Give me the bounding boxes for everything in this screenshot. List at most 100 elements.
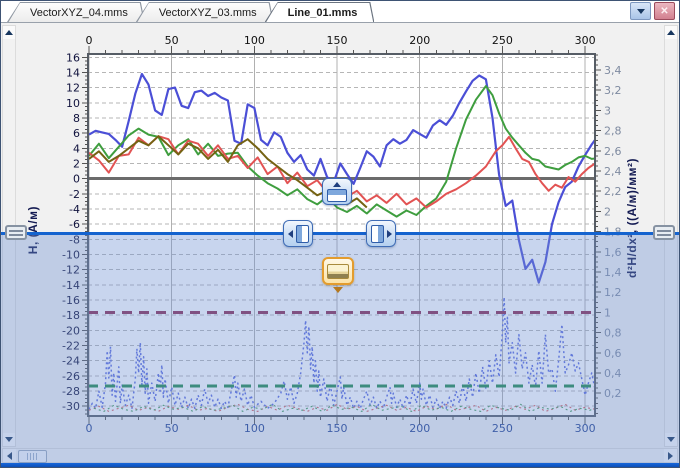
dock-top-icon [327,189,347,202]
scroll-right-button[interactable] [664,449,677,462]
svg-text:-28: -28 [62,385,80,398]
close-tab-button[interactable]: ✕ [654,2,675,20]
svg-text:10: 10 [66,97,80,110]
close-icon: ✕ [660,6,668,17]
svg-text:-2: -2 [69,188,80,201]
scroll-left-button[interactable] [3,449,16,462]
horizontal-scrollbar[interactable] [2,448,678,463]
svg-text:-18: -18 [62,309,80,322]
svg-text:2: 2 [73,157,80,170]
tab-actions: ✕ [630,2,675,20]
scroll-up-button[interactable] [665,26,677,39]
tab-label: VectorXYZ_03.mms [137,3,273,23]
svg-text:3,2: 3,2 [604,84,622,97]
down-arrow-icon [333,287,343,293]
svg-text:1,8: 1,8 [604,226,622,239]
svg-text:3: 3 [604,104,611,117]
band-right-edge-grip[interactable] [653,225,675,240]
svg-text:300: 300 [575,34,596,47]
svg-text:0: 0 [85,422,92,435]
svg-text:-22: -22 [62,340,80,353]
svg-text:150: 150 [327,34,348,47]
tab-line-01-active[interactable]: Line_01.mms [265,2,375,22]
dock-bottom-handle-box [322,257,354,285]
svg-text:8: 8 [73,112,80,125]
tab-bar: VectorXYZ_04.mms VectorXYZ_03.mms Line_0… [1,1,679,23]
right-axis-title: d²H/dx², ((А/м)/мм²) [625,158,639,278]
horizontal-scrollbar-thumb[interactable] [18,450,47,463]
svg-text:0,8: 0,8 [604,327,622,340]
svg-text:-20: -20 [62,324,80,337]
svg-text:-8: -8 [69,233,80,246]
svg-text:12: 12 [66,82,80,95]
svg-text:-6: -6 [69,218,80,231]
dock-bottom-icon [327,264,349,279]
window-bottom-accent [1,463,679,467]
up-arrow-icon [333,182,341,187]
svg-text:2,2: 2,2 [604,185,622,198]
svg-text:6: 6 [73,127,80,140]
scroll-down-button[interactable] [665,433,677,446]
svg-text:16: 16 [66,51,80,64]
band-left-edge-grip[interactable] [5,225,27,240]
tab-vectorxyz-03[interactable]: VectorXYZ_03.mms [136,2,274,22]
scroll-up-button[interactable] [3,26,15,39]
svg-text:1,4: 1,4 [604,266,622,279]
up-arrow-icon [5,30,13,35]
svg-text:-26: -26 [62,370,80,383]
svg-text:100: 100 [244,34,265,47]
chart-document-window: VectorXYZ_04.mms VectorXYZ_03.mms Line_0… [0,0,680,468]
svg-text:14: 14 [66,66,80,79]
up-arrow-icon [667,30,675,35]
svg-text:0: 0 [73,173,80,186]
svg-text:-14: -14 [62,279,80,292]
svg-text:-16: -16 [62,294,80,307]
dock-right-icon [371,225,384,243]
shift-left-handle-button[interactable] [283,220,313,247]
svg-text:4: 4 [73,142,80,155]
svg-text:2,8: 2,8 [604,125,622,138]
shift-right-handle-button[interactable] [366,220,396,247]
tab-vectorxyz-04[interactable]: VectorXYZ_04.mms [7,2,145,22]
svg-text:3,4: 3,4 [604,64,622,77]
tab-label: VectorXYZ_04.mms [8,3,144,23]
dock-top-handle-button[interactable] [322,178,352,205]
svg-text:50: 50 [165,34,179,47]
right-arrow-icon [387,230,392,238]
grip-lines-icon [27,453,39,460]
dropdown-arrow-icon [637,9,645,14]
svg-text:1: 1 [604,306,611,319]
svg-text:2,6: 2,6 [604,145,622,158]
svg-text:0,2: 0,2 [604,387,622,400]
svg-text:-30: -30 [62,400,80,413]
svg-text:200: 200 [409,34,430,47]
svg-text:250: 250 [492,422,513,435]
svg-text:-24: -24 [62,355,80,368]
tab-list-dropdown-button[interactable] [630,2,651,20]
svg-text:1,6: 1,6 [604,246,622,259]
down-arrow-icon [5,437,13,442]
chart-plot[interactable]: 0050501001001501502002002502503003001614… [16,23,664,439]
svg-text:-10: -10 [62,248,80,261]
svg-text:100: 100 [244,422,265,435]
left-axis-title: H, (А/м) [26,206,40,254]
svg-text:200: 200 [409,422,430,435]
svg-text:250: 250 [492,34,513,47]
svg-text:-4: -4 [69,203,80,216]
chart-content-area: 0050501001001501502002002502503003001614… [1,23,679,463]
svg-text:2,4: 2,4 [604,165,622,178]
svg-text:300: 300 [575,422,596,435]
svg-text:0,6: 0,6 [604,347,622,360]
dock-bottom-handle-button[interactable] [322,257,354,297]
left-arrow-icon [288,230,293,238]
svg-text:150: 150 [327,422,348,435]
svg-text:0,4: 0,4 [604,367,622,380]
left-arrow-icon [7,452,12,460]
tab-label: Line_01.mms [266,3,374,23]
scroll-down-button[interactable] [3,433,15,446]
down-arrow-icon [667,437,675,442]
right-arrow-icon [668,452,673,460]
svg-text:-12: -12 [62,264,80,277]
svg-text:0: 0 [85,34,92,47]
svg-text:50: 50 [165,422,179,435]
